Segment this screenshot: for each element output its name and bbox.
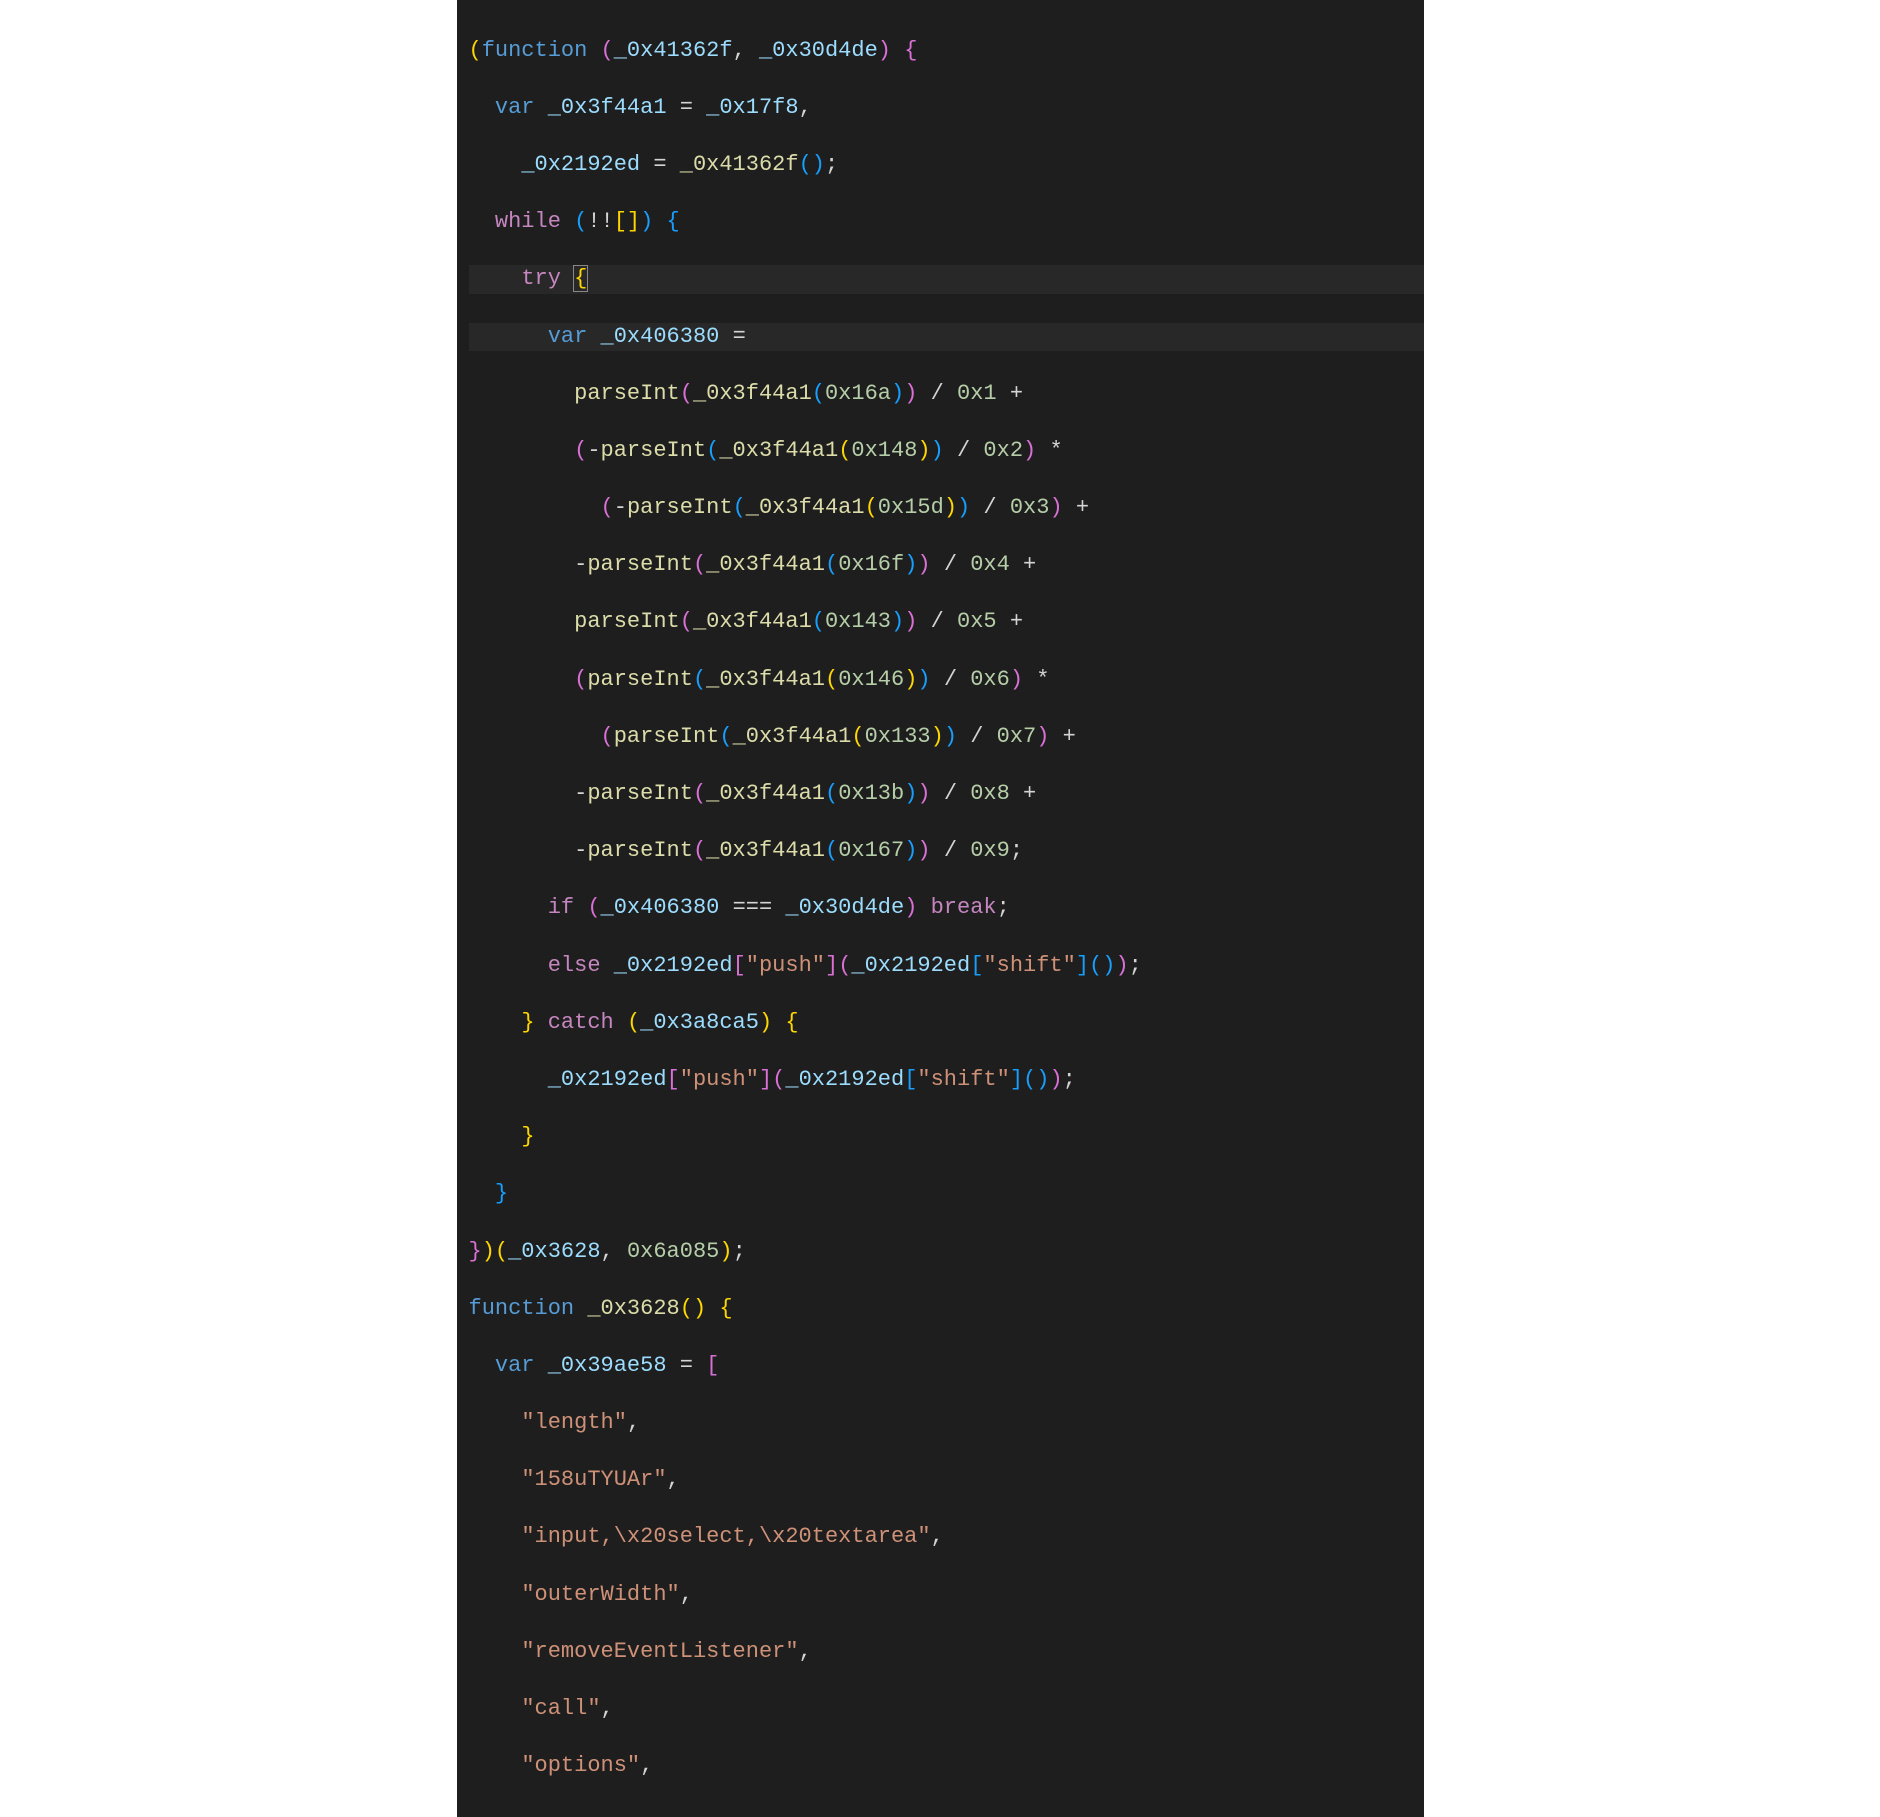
code-line: "input,\x20select,\x20textarea",: [469, 1523, 1424, 1552]
code-line: while (!![]) {: [469, 208, 1424, 237]
code-line: -parseInt(_0x3f44a1(0x13b)) / 0x8 +: [469, 780, 1424, 809]
code-line: } catch (_0x3a8ca5) {: [469, 1009, 1424, 1038]
code-line: var _0x3f44a1 = _0x17f8,: [469, 94, 1424, 123]
code-line: (parseInt(_0x3f44a1(0x146)) / 0x6) *: [469, 666, 1424, 695]
code-line: }: [469, 1180, 1424, 1209]
code-editor[interactable]: (function (_0x41362f, _0x30d4de) { var _…: [457, 0, 1424, 1817]
code-line: -parseInt(_0x3f44a1(0x167)) / 0x9;: [469, 837, 1424, 866]
code-line: parseInt(_0x3f44a1(0x143)) / 0x5 +: [469, 608, 1424, 637]
code-line-highlighted: var _0x406380 =: [469, 323, 1424, 352]
code-line: (function (_0x41362f, _0x30d4de) {: [469, 37, 1424, 66]
code-line: (-parseInt(_0x3f44a1(0x15d)) / 0x3) +: [469, 494, 1424, 523]
code-line: _0x2192ed["push"](_0x2192ed["shift"]());: [469, 1066, 1424, 1095]
code-line: })(_0x3628, 0x6a085);: [469, 1238, 1424, 1267]
code-line: var _0x39ae58 = [: [469, 1352, 1424, 1381]
code-line: "length",: [469, 1409, 1424, 1438]
code-line: "removeEventListener",: [469, 1638, 1424, 1667]
code-line: if (_0x406380 === _0x30d4de) break;: [469, 894, 1424, 923]
code-line: "158uTYUAr",: [469, 1466, 1424, 1495]
code-line: function _0x3628() {: [469, 1295, 1424, 1324]
code-line: (-parseInt(_0x3f44a1(0x148)) / 0x2) *: [469, 437, 1424, 466]
code-line: _0x2192ed = _0x41362f();: [469, 151, 1424, 180]
code-line: -parseInt(_0x3f44a1(0x16f)) / 0x4 +: [469, 551, 1424, 580]
code-line: "call",: [469, 1695, 1424, 1724]
code-line: }: [469, 1123, 1424, 1152]
code-line: "options",: [469, 1752, 1424, 1781]
code-line: (parseInt(_0x3f44a1(0x133)) / 0x7) +: [469, 723, 1424, 752]
code-line: "outerWidth",: [469, 1581, 1424, 1610]
code-line: else _0x2192ed["push"](_0x2192ed["shift"…: [469, 952, 1424, 981]
code-line-highlighted: try {: [469, 265, 1424, 294]
code-line: parseInt(_0x3f44a1(0x16a)) / 0x1 +: [469, 380, 1424, 409]
